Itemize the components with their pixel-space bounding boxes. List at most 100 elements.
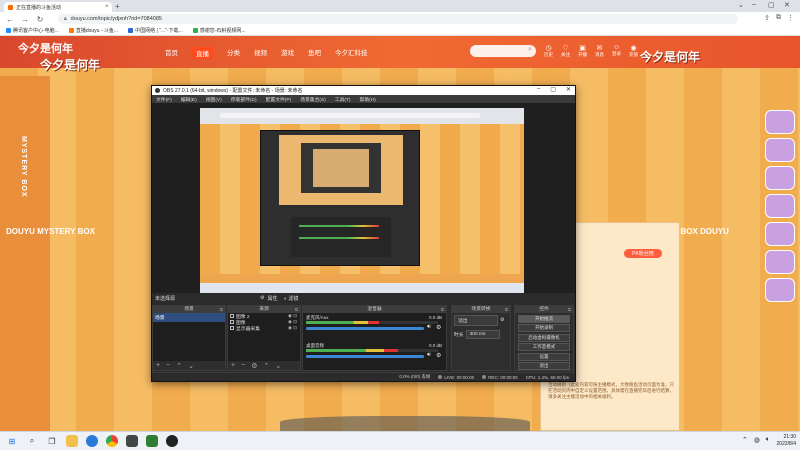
- edge-icon[interactable]: [86, 435, 98, 447]
- share-icon[interactable]: ⇪: [764, 14, 770, 22]
- gear-icon[interactable]: ⚙: [436, 324, 441, 331]
- move-down-icon[interactable]: ⌄: [188, 362, 194, 370]
- nav-item-active[interactable]: 直播: [192, 47, 213, 59]
- message-button[interactable]: ✉ 消息: [595, 44, 604, 58]
- bookmark-item[interactable]: 中国网络 | "..."-下载...: [128, 27, 183, 34]
- chrome-icon[interactable]: [106, 435, 118, 447]
- maximize-icon[interactable]: ▢: [768, 1, 775, 9]
- obs-maximize-icon[interactable]: ▢: [550, 86, 556, 93]
- back-icon[interactable]: ←: [6, 15, 14, 24]
- scene-item[interactable]: 场景: [153, 313, 225, 322]
- side-rail-item[interactable]: [765, 194, 795, 218]
- obs-close-icon[interactable]: ✕: [566, 86, 571, 93]
- login-button[interactable]: ☺ 登录: [612, 44, 621, 58]
- close-icon[interactable]: ×: [105, 4, 109, 10]
- extensions-icon[interactable]: ⧉: [776, 14, 781, 22]
- chevron-up-icon[interactable]: ⌃: [742, 436, 748, 444]
- obs-minimize-icon[interactable]: –: [537, 86, 540, 93]
- transition-select[interactable]: 淡出: [454, 315, 498, 326]
- nav-item[interactable]: 今夕汇科技: [335, 47, 368, 59]
- file-explorer-icon[interactable]: [66, 435, 78, 447]
- eye-icon[interactable]: ◉ ⊡: [288, 325, 300, 331]
- volume-slider[interactable]: [306, 327, 424, 330]
- obs-icon[interactable]: [166, 435, 178, 447]
- network-icon[interactable]: ◍: [754, 436, 760, 444]
- move-up-icon[interactable]: ⌃: [176, 362, 182, 370]
- duration-input[interactable]: 300 ms: [465, 330, 500, 339]
- recharge-button[interactable]: ◉ 充值: [629, 44, 638, 58]
- search-icon[interactable]: ⌕: [528, 46, 532, 54]
- gear-icon[interactable]: ⚙: [251, 362, 257, 370]
- side-rail-item[interactable]: [765, 278, 795, 302]
- history-button[interactable]: ◷ 历史: [544, 44, 553, 58]
- properties-button[interactable]: ⚙ 属性: [260, 295, 278, 302]
- nav-item[interactable]: 首页: [165, 47, 178, 59]
- tab-search-icon[interactable]: ⌄: [738, 1, 744, 9]
- task-view-icon[interactable]: ❐: [46, 435, 58, 447]
- start-streaming-button[interactable]: 开始推流: [518, 314, 570, 323]
- float-dock-icon[interactable]: ⧉: [505, 306, 508, 313]
- menu-icon[interactable]: ⋮: [787, 14, 794, 22]
- add-icon[interactable]: +: [156, 362, 160, 369]
- side-rail-item[interactable]: [765, 250, 795, 274]
- volume-slider[interactable]: [306, 355, 424, 358]
- move-down-icon[interactable]: ⌄: [275, 362, 281, 370]
- obs-preview[interactable]: [152, 103, 575, 293]
- nav-item[interactable]: 游戏: [281, 47, 294, 59]
- speaker-icon[interactable]: 🔈︎: [766, 436, 770, 444]
- float-dock-icon[interactable]: ⧉: [441, 306, 444, 313]
- app-icon[interactable]: [126, 435, 138, 447]
- speaker-icon[interactable]: 🔊︎: [427, 324, 431, 331]
- speaker-icon[interactable]: 🔊︎: [427, 352, 431, 359]
- nav-item[interactable]: 视频: [254, 47, 267, 59]
- minimize-icon[interactable]: –: [752, 1, 756, 8]
- follow-button[interactable]: ♡ 关注: [561, 44, 570, 58]
- nav-item[interactable]: 分类: [227, 47, 240, 59]
- app-icon-2[interactable]: [146, 435, 158, 447]
- menu-edit[interactable]: 编辑(E): [181, 96, 197, 103]
- menu-docks[interactable]: 停靠部件(D): [231, 96, 257, 103]
- bookmark-item[interactable]: 腾讯客户中心-电脑...: [6, 27, 59, 34]
- gear-icon[interactable]: ⚙: [436, 352, 441, 359]
- side-rail-item[interactable]: [765, 110, 795, 134]
- bookmark-item[interactable]: 直播douyu - 斗鱼...: [68, 27, 118, 34]
- remove-icon[interactable]: −: [166, 362, 170, 369]
- remove-icon[interactable]: −: [241, 362, 245, 369]
- start-recording-button[interactable]: 开始录制: [518, 324, 570, 332]
- menu-tools[interactable]: 工具(T): [335, 96, 351, 103]
- side-rail-item[interactable]: [765, 222, 795, 246]
- menu-file[interactable]: 文件(F): [156, 96, 172, 103]
- studio-mode-button[interactable]: 工作室模式: [518, 343, 570, 351]
- move-up-icon[interactable]: ⌃: [263, 362, 269, 370]
- menu-help[interactable]: 帮助(H): [360, 96, 376, 103]
- float-dock-icon[interactable]: ⧉: [220, 306, 223, 313]
- menu-scene-collection[interactable]: 场景集合(S): [300, 96, 326, 103]
- bookmark-item[interactable]: 感谢您-石斛视频网...: [192, 27, 246, 34]
- clock[interactable]: 21:30 2022/8/4: [777, 434, 796, 448]
- float-dock-icon[interactable]: ⧉: [568, 306, 571, 313]
- float-dock-icon[interactable]: ⧉: [295, 306, 298, 313]
- new-tab-icon[interactable]: +: [115, 2, 120, 11]
- menu-profile[interactable]: 配置文件(P): [266, 96, 292, 103]
- pk-rank-button[interactable]: PK粉丝榜: [624, 249, 662, 258]
- start-icon[interactable]: ⊞: [6, 435, 18, 447]
- source-item[interactable]: 显示器采集 ◉ ⊡: [228, 325, 300, 332]
- forward-icon[interactable]: →: [21, 15, 29, 24]
- add-icon[interactable]: +: [231, 362, 235, 369]
- search-icon[interactable]: ⌕: [26, 435, 38, 447]
- filters-button[interactable]: ◐ 滤镜: [284, 295, 298, 302]
- gear-icon[interactable]: ⚙: [500, 318, 504, 323]
- site-search-input[interactable]: ⌕: [470, 45, 536, 57]
- broadcast-button[interactable]: ▣ 开播: [578, 44, 587, 58]
- settings-button[interactable]: 设置: [518, 352, 570, 361]
- nav-item[interactable]: 鱼吧: [308, 47, 321, 59]
- side-rail-item[interactable]: [765, 138, 795, 162]
- menu-view[interactable]: 视图(V): [206, 96, 222, 103]
- site-logo[interactable]: 今夕是何年: [18, 40, 73, 56]
- virtual-camera-button[interactable]: 启动虚拟摄像机: [518, 333, 570, 342]
- reload-icon[interactable]: ↻: [36, 15, 44, 24]
- exit-button[interactable]: 退出: [518, 362, 570, 370]
- side-rail-item[interactable]: [765, 166, 795, 190]
- close-window-icon[interactable]: ✕: [784, 1, 790, 9]
- url-input[interactable]: 🔒︎ douyu.com/topic/ydjxnh?rid=7084085: [58, 14, 738, 24]
